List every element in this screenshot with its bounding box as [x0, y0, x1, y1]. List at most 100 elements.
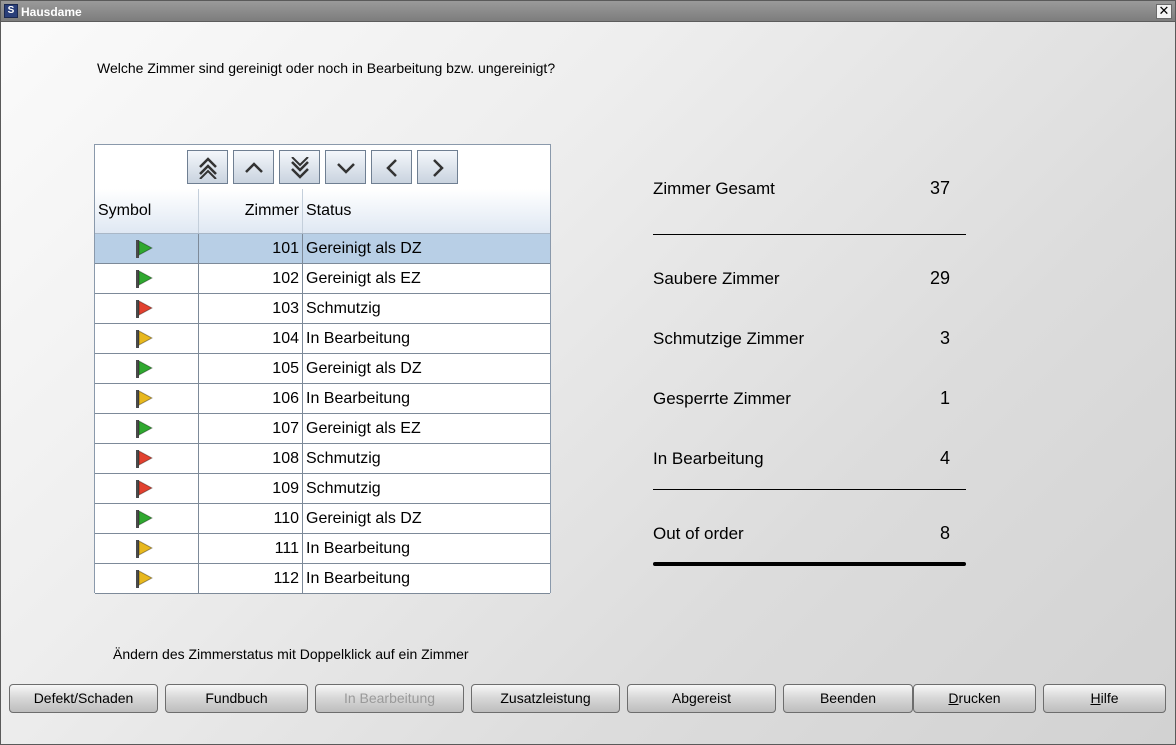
status-cell: Gereinigt als EZ: [306, 420, 421, 437]
stat-label-sauber: Saubere Zimmer: [653, 269, 780, 288]
table-row[interactable]: 102 Gereinigt als EZ: [95, 264, 550, 294]
drucken-mnemonic: D: [948, 690, 959, 706]
column-header-status[interactable]: Status: [303, 189, 550, 233]
table-row[interactable]: 111 In Bearbeitung: [95, 534, 550, 564]
up-button[interactable]: [233, 150, 274, 184]
down-icon: [337, 163, 355, 174]
symbol-cell: [95, 264, 199, 293]
zusatzleistung-button[interactable]: Zusatzleistung: [471, 684, 620, 713]
room-table-panel: Symbol Zimmer Status 101 Gereinigt als DZ…: [94, 144, 551, 594]
stat-value-outoforder: 8: [939, 523, 950, 543]
hausdame-window: S Hausdame ✕ Welche Zimmer sind gereinig…: [0, 0, 1176, 745]
stat-value-gesperrt: 1: [939, 388, 950, 408]
table-row[interactable]: 106 In Bearbeitung: [95, 384, 550, 414]
down-button[interactable]: [325, 150, 366, 184]
left-button[interactable]: [371, 150, 412, 184]
zimmer-cell: 106: [199, 384, 303, 413]
symbol-cell: [95, 504, 199, 533]
red-flag-icon: [136, 450, 153, 468]
status-cell: Schmutzig: [306, 480, 381, 497]
divider: [653, 234, 966, 235]
status-cell: Gereinigt als DZ: [306, 360, 422, 377]
symbol-cell: [95, 444, 199, 473]
status-cell: Schmutzig: [306, 450, 381, 467]
table-row[interactable]: 110 Gereinigt als DZ: [95, 504, 550, 534]
left-icon: [386, 159, 397, 177]
status-cell: In Bearbeitung: [306, 390, 411, 407]
zimmer-cell: 109: [199, 474, 303, 503]
zimmer-cell: 101: [199, 234, 303, 263]
symbol-cell: [95, 234, 199, 263]
close-button[interactable]: ✕: [1156, 4, 1172, 19]
symbol-cell: [95, 384, 199, 413]
table-row[interactable]: 103 Schmutzig: [95, 294, 550, 324]
green-flag-icon: [136, 360, 153, 378]
app-icon: S: [4, 4, 18, 18]
table-row[interactable]: 109 Schmutzig: [95, 474, 550, 504]
zimmer-cell: 104: [199, 324, 303, 353]
statistics-panel: Zimmer Gesamt 37 Saubere Zimmer 29 Schmu…: [653, 171, 966, 571]
last-page-button[interactable]: [279, 150, 320, 184]
symbol-cell: [95, 564, 199, 593]
zimmer-cell: 108: [199, 444, 303, 473]
window-title: Hausdame: [21, 5, 82, 19]
right-icon: [433, 159, 444, 177]
hilfe-mnemonic: H: [1090, 690, 1101, 706]
beenden-button[interactable]: Beenden: [783, 684, 913, 713]
stat-value-sauber: 29: [929, 268, 950, 288]
status-cell: Gereinigt als EZ: [306, 270, 421, 287]
drucken-label: rucken: [958, 690, 1001, 706]
status-cell: Gereinigt als DZ: [306, 240, 422, 257]
hilfe-label: ilfe: [1100, 690, 1119, 706]
divider: [653, 489, 966, 490]
hilfe-button[interactable]: Hilfe: [1043, 684, 1166, 713]
abgereist-button[interactable]: Abgereist: [627, 684, 776, 713]
red-flag-icon: [136, 300, 153, 318]
stat-label-gesamt: Zimmer Gesamt: [653, 179, 775, 198]
stat-label-gesperrt: Gesperrte Zimmer: [653, 389, 791, 408]
zimmer-cell: 103: [199, 294, 303, 323]
question-text: Welche Zimmer sind gereinigt oder noch i…: [97, 60, 556, 76]
zimmer-cell: 111: [199, 534, 303, 563]
zimmer-cell: 107: [199, 414, 303, 443]
column-header-zimmer[interactable]: Zimmer: [199, 189, 303, 233]
up-icon: [245, 162, 263, 173]
status-cell: Schmutzig: [306, 300, 381, 317]
green-flag-icon: [136, 240, 153, 258]
title-bar: S Hausdame ✕: [1, 1, 1175, 22]
defekt-schaden-button[interactable]: Defekt/Schaden: [9, 684, 158, 713]
stat-value-bearbeitung: 4: [939, 448, 950, 468]
table-row[interactable]: 112 In Bearbeitung: [95, 564, 550, 594]
stat-value-gesamt: 37: [929, 178, 950, 198]
first-page-button[interactable]: [187, 150, 228, 184]
zimmer-cell: 102: [199, 264, 303, 293]
first-page-icon: [199, 157, 217, 179]
yellow-flag-icon: [136, 330, 153, 348]
table-row[interactable]: 104 In Bearbeitung: [95, 324, 550, 354]
table-row[interactable]: 107 Gereinigt als EZ: [95, 414, 550, 444]
table-row[interactable]: 101 Gereinigt als DZ: [95, 234, 550, 264]
stat-label-outoforder: Out of order: [653, 524, 744, 543]
symbol-cell: [95, 534, 199, 563]
hint-text: Ändern des Zimmerstatus mit Doppelklick …: [113, 646, 469, 662]
stat-value-schmutzig: 3: [939, 328, 950, 348]
green-flag-icon: [136, 270, 153, 288]
column-header-symbol[interactable]: Symbol: [95, 189, 199, 233]
status-cell: In Bearbeitung: [306, 330, 411, 347]
yellow-flag-icon: [136, 390, 153, 408]
in-bearbeitung-button[interactable]: In Bearbeitung: [315, 684, 464, 713]
status-cell: In Bearbeitung: [306, 540, 411, 557]
stat-label-schmutzig: Schmutzige Zimmer: [653, 329, 805, 348]
table-body: 101 Gereinigt als DZ 102 Gereinigt als EZ 10…: [95, 234, 550, 594]
zimmer-cell: 105: [199, 354, 303, 383]
right-button[interactable]: [417, 150, 458, 184]
table-row[interactable]: 105 Gereinigt als DZ: [95, 354, 550, 384]
status-cell: In Bearbeitung: [306, 570, 411, 587]
table-header: Symbol Zimmer Status: [95, 189, 550, 234]
symbol-cell: [95, 474, 199, 503]
table-row[interactable]: 108 Schmutzig: [95, 444, 550, 474]
drucken-button[interactable]: Drucken: [913, 684, 1036, 713]
green-flag-icon: [136, 510, 153, 528]
fundbuch-button[interactable]: Fundbuch: [165, 684, 308, 713]
last-page-icon: [291, 157, 309, 179]
